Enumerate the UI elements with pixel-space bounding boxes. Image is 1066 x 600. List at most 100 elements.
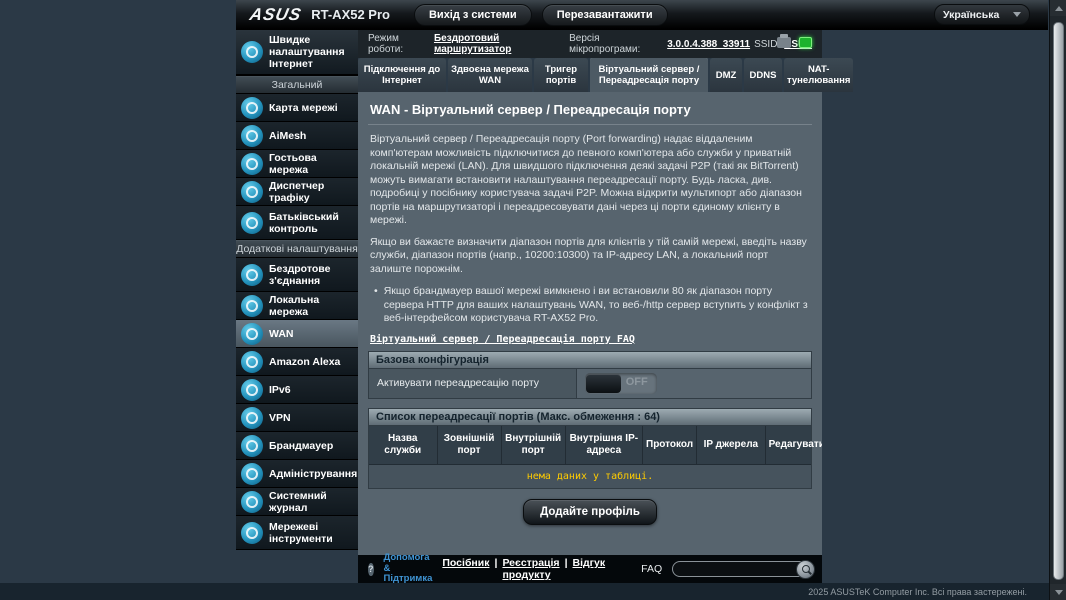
link-separator: | <box>494 557 498 569</box>
help-icon: ? <box>368 562 374 576</box>
feedback-link[interactable]: Відгук <box>573 557 606 581</box>
scroll-up-button[interactable] <box>1050 0 1066 16</box>
copyright-strip: 2025 ASUSTeK Computer Inc. Всі права зас… <box>0 583 1049 600</box>
sidebar-item-ipv6[interactable]: IPv6 <box>236 376 358 404</box>
internet-status-icon[interactable] <box>799 37 812 48</box>
sidebar-item-network-tools[interactable]: Мережеві інструменти <box>236 516 358 550</box>
col-edit: Редагувати <box>766 426 822 464</box>
sidebar-item-lan[interactable]: Локальна мережа <box>236 292 358 320</box>
aimesh-icon <box>241 124 263 147</box>
printer-icon[interactable] <box>777 34 791 48</box>
tab-dual-wan[interactable]: Здвоєна мережа WAN <box>448 58 532 92</box>
scroll-down-button[interactable] <box>1050 584 1066 600</box>
vertical-scrollbar[interactable] <box>1049 0 1066 600</box>
operation-mode-label: Режим роботи: <box>368 33 404 55</box>
chevron-down-icon <box>1013 12 1021 17</box>
enable-port-forwarding-value: OFF <box>576 368 811 398</box>
footer-links: Посібник | Реєстрація продукту | Відгук <box>442 557 605 581</box>
sidebar-item-label: Мережеві інструменти <box>269 520 333 545</box>
sidebar-item-label: Адміністрування <box>269 467 358 480</box>
network-map-icon <box>241 96 263 119</box>
amazon-alexa-icon <box>241 350 263 373</box>
sidebar-item-vpn[interactable]: VPN <box>236 404 358 432</box>
vpn-icon <box>241 406 263 429</box>
faq-search <box>672 560 822 579</box>
reboot-button[interactable]: Перезавантажити <box>541 3 668 26</box>
sidebar-item-label: Карта мережі <box>269 101 338 114</box>
tab-port-trigger[interactable]: Тригер портів <box>534 58 588 92</box>
language-dropdown[interactable]: Українська <box>934 4 1030 25</box>
sidebar-item-label: Локальна мережа <box>269 293 320 318</box>
sidebar-item-network-map[interactable]: Карта мережі <box>236 94 358 122</box>
tab-ddns[interactable]: DDNS <box>744 58 782 92</box>
forward-list-table: Назва служби Зовнішній порт Внутрішній п… <box>368 424 822 489</box>
col-protocol: Протокол <box>643 425 698 464</box>
forward-list-section-header: Список переадресації портів (Макс. обмеж… <box>368 407 812 425</box>
manual-link[interactable]: Посібник <box>442 557 489 581</box>
sidebar-item-quick-internet-setup[interactable]: Швидке налаштування Інтернет <box>236 30 358 76</box>
sidebar-item-administration[interactable]: Адміністрування <box>236 460 358 488</box>
traffic-manager-icon <box>241 180 263 203</box>
sidebar-item-label: Диспетчер трафіку <box>269 179 325 204</box>
page-title: WAN - Віртуальний сервер / Переадресація… <box>368 100 812 125</box>
basic-config-section-header: Базова конфігурація <box>368 350 812 368</box>
operation-mode-link[interactable]: Бездротовий маршрутизатор <box>434 33 565 55</box>
col-internal-ip: Внутрішня IP-адреса <box>566 425 643 464</box>
firewall-icon <box>241 434 263 457</box>
port-forwarding-faq-link[interactable]: Віртуальний сервер / Переадресація порту… <box>370 334 635 345</box>
firmware-version-link[interactable]: 3.0.0.4.388_33911 <box>667 39 750 50</box>
col-source-ip: IP джерела <box>697 425 766 464</box>
footer-bar: ? Допомога & Підтримка Посібник | Реєстр… <box>358 553 822 585</box>
sidebar-item-system-log[interactable]: Системний журнал <box>236 488 358 516</box>
note-bullet: • Якщо брандмауер вашої мережі вимкнено … <box>368 285 812 326</box>
support-link[interactable]: Допомога & Підтримка <box>384 553 433 585</box>
logout-button[interactable]: Вихід з системи <box>413 3 532 26</box>
tab-dmz[interactable]: DMZ <box>710 58 742 92</box>
sidebar-item-label: Amazon Alexa <box>269 355 341 368</box>
sidebar-item-parental-control[interactable]: Батьківський контроль <box>236 206 358 240</box>
content-panel: WAN - Віртуальний сервер / Переадресація… <box>358 92 822 555</box>
sidebar-item-guest-network[interactable]: Гостьова мережа <box>236 150 358 178</box>
top-banner: ASUS RT-AX52 Pro Вихід з системи Перезав… <box>236 0 1048 30</box>
sidebar-item-wan[interactable]: WAN <box>236 320 358 348</box>
product-registration-link[interactable]: Реєстрація продукту <box>502 557 559 581</box>
sidebar-item-label: Гостьова мережа <box>269 151 317 176</box>
sidebar-item-label: Системний журнал <box>269 489 327 514</box>
sidebar-item-aimesh[interactable]: AiMesh <box>236 122 358 150</box>
guest-network-icon <box>241 152 263 175</box>
col-external-port: Зовнішній порт <box>438 425 502 464</box>
toggle-state-label: OFF <box>625 375 648 388</box>
firmware-label: Версія мікропрограми: <box>569 33 641 55</box>
link-separator: | <box>564 557 568 569</box>
status-bar: Режим роботи: Бездротовий маршрутизатор … <box>358 30 822 58</box>
sidebar-item-label: Бездротове з'єднання <box>269 262 331 287</box>
forward-list-header-row: Назва служби Зовнішній порт Внутрішній п… <box>369 425 822 464</box>
sidebar-item-amazon-alexa[interactable]: Amazon Alexa <box>236 348 358 376</box>
tab-virtual-server-port-forwarding[interactable]: Віртуальний сервер / Переадресація порту <box>590 58 708 92</box>
enable-port-forwarding-label: Активувати переадресацію порту <box>369 368 577 398</box>
sidebar-item-label: AiMesh <box>269 129 307 142</box>
administration-icon <box>241 462 263 485</box>
port-forwarding-toggle[interactable]: OFF <box>584 372 657 394</box>
asus-logo: ASUS <box>248 4 304 24</box>
sidebar-item-wireless[interactable]: Бездротове з'єднання <box>236 258 358 292</box>
toggle-knob <box>585 373 621 393</box>
ipv6-icon <box>241 378 263 401</box>
tab-internet-connection[interactable]: Підключення до Інтернет <box>358 58 446 92</box>
faq-label: FAQ <box>641 563 663 575</box>
sidebar-item-traffic-manager[interactable]: Диспетчер трафіку <box>236 178 358 206</box>
sidebar-item-label: Брандмауер <box>269 439 334 452</box>
add-profile-button[interactable]: Додайте профіль <box>523 498 657 525</box>
arrow-down-icon <box>1054 589 1063 595</box>
tab-nat-passthrough[interactable]: NAT-тунелювання <box>784 58 854 92</box>
search-icon[interactable] <box>796 560 816 579</box>
scrollbar-thumb[interactable] <box>1053 22 1064 580</box>
basic-config-table: Активувати переадресацію порту OFF <box>368 367 812 399</box>
sidebar-item-label: Швидке налаштування Інтернет <box>269 34 345 70</box>
language-label: Українська <box>943 8 1000 21</box>
sidebar-item-firewall[interactable]: Брандмауер <box>236 432 358 460</box>
wan-icon <box>241 322 263 345</box>
col-internal-port: Внутрішній порт <box>502 425 566 464</box>
wireless-icon <box>241 263 263 286</box>
bullet-glyph: • <box>374 285 378 297</box>
